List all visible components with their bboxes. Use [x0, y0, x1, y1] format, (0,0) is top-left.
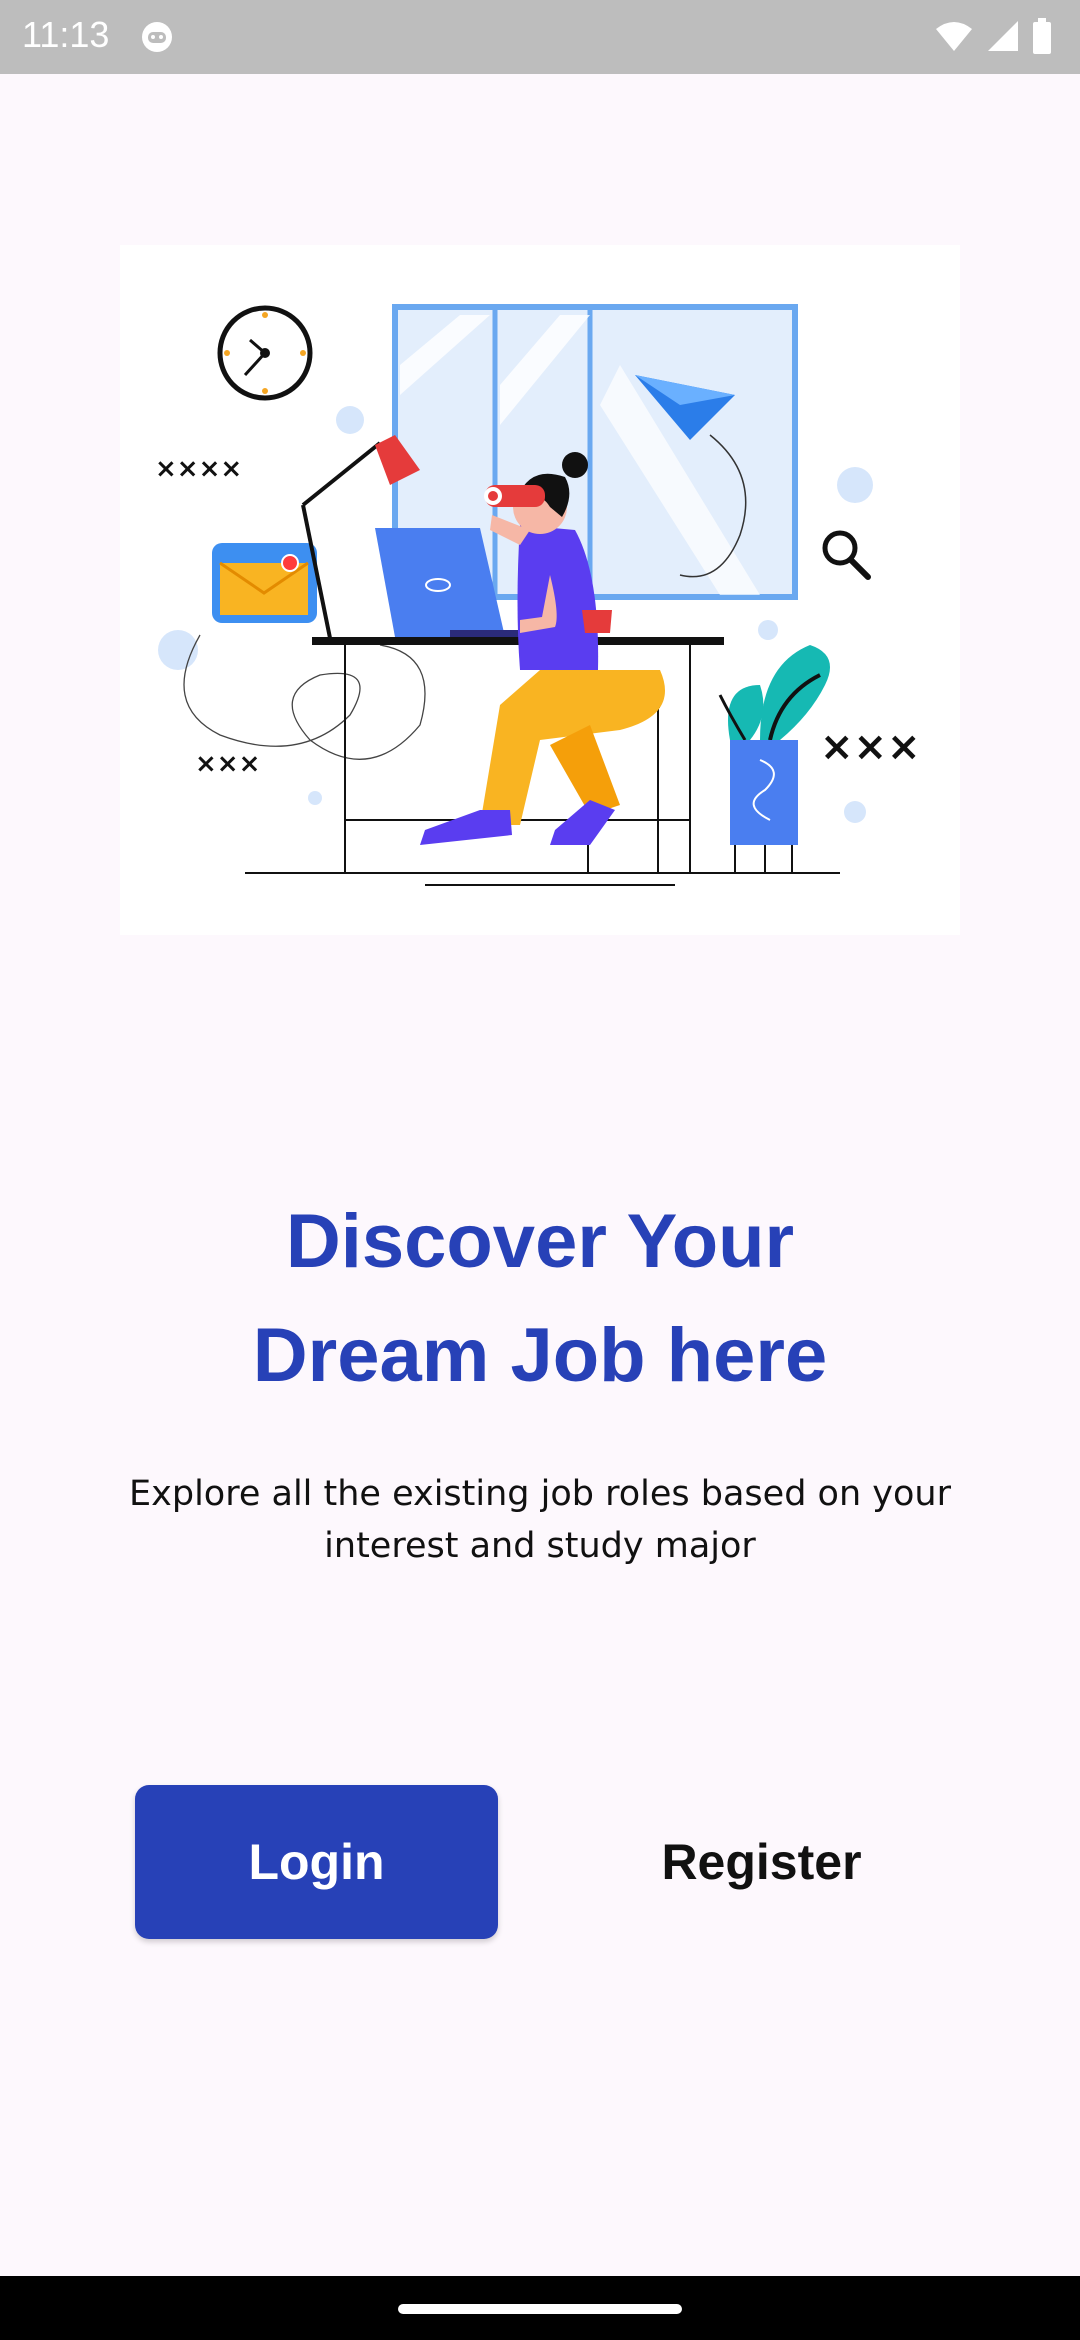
- envelope-icon: [212, 543, 317, 623]
- svg-text:×××: ×××: [820, 724, 921, 770]
- status-icons: [934, 18, 1052, 59]
- hero-illustration: ×××× ××× ×××: [120, 245, 960, 935]
- battery-icon: [1032, 18, 1052, 59]
- clock-icon: [217, 305, 313, 401]
- subtext-line-1: Explore all the existing job roles based…: [129, 1474, 951, 1514]
- home-gesture-handle[interactable]: [398, 2304, 682, 2314]
- app-notification-icon: [140, 20, 174, 59]
- navigation-bar: [0, 2276, 1080, 2340]
- status-bar: 11:13: [0, 0, 1080, 74]
- subtext-line-2: interest and study major: [324, 1526, 756, 1566]
- login-button[interactable]: Login: [135, 1785, 498, 1939]
- subtext: Explore all the existing job roles based…: [120, 1468, 960, 1572]
- wifi-icon: [934, 19, 974, 58]
- svg-text:××××: ××××: [155, 454, 242, 484]
- headline-line-1: Discover Your: [285, 1199, 795, 1284]
- headline-line-2: Dream Job here: [252, 1313, 828, 1398]
- register-button[interactable]: Register: [580, 1785, 943, 1939]
- signal-icon: [986, 19, 1020, 58]
- headline: Discover Your Dream Job here: [0, 1185, 1080, 1413]
- status-time: 11:13: [22, 14, 110, 55]
- svg-text:×××: ×××: [195, 749, 260, 779]
- magnifier-icon: [822, 530, 871, 580]
- potted-plant-illustration: [718, 645, 830, 873]
